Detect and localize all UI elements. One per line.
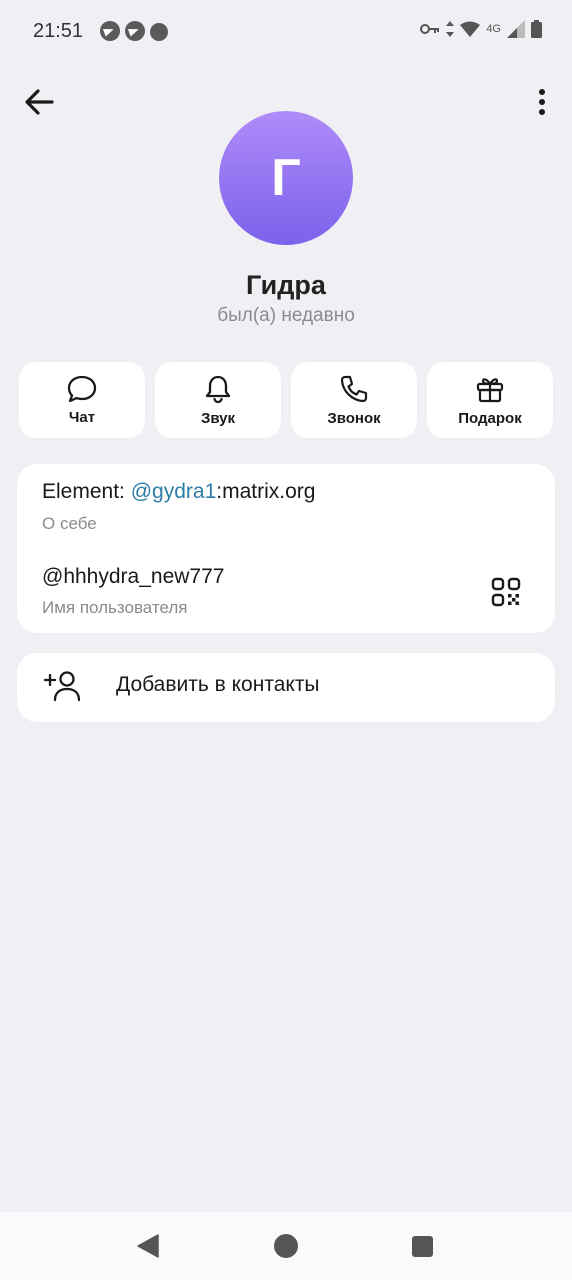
gift-button[interactable]: Подарок — [427, 362, 553, 438]
username-label: Имя пользователя — [42, 598, 188, 617]
avatar[interactable]: Г — [219, 111, 353, 245]
gift-icon — [476, 377, 504, 402]
battery-icon — [531, 20, 542, 38]
add-contact-button[interactable]: Добавить в контакты — [17, 653, 555, 722]
back-triangle-icon[interactable] — [136, 1234, 160, 1258]
notification-icons — [100, 21, 168, 41]
network-type: 4G — [486, 23, 501, 35]
gift-button-label: Подарок — [458, 409, 522, 427]
recents-square-icon[interactable] — [412, 1236, 433, 1257]
signal-icon — [507, 20, 525, 38]
bot-icon — [150, 23, 168, 41]
username-value[interactable]: @hhhydra_new777 — [42, 565, 224, 589]
bio-link[interactable]: @gydra1 — [131, 480, 217, 503]
chat-button-label: Чат — [68, 408, 96, 426]
telegram-icon — [100, 21, 120, 41]
bio-text[interactable]: Element: @gydra1:matrix.org — [42, 480, 315, 504]
profile-name: Гидра — [246, 270, 326, 300]
info-card: Element: @gydra1:matrix.org О себе @hhhy… — [17, 464, 555, 633]
sound-button-label: Звук — [200, 409, 236, 427]
data-arrows-icon — [446, 21, 455, 37]
call-button-label: Звонок — [327, 409, 381, 427]
bio-prefix: Element: — [42, 480, 131, 503]
last-seen-status: был(а) недавно — [217, 305, 355, 326]
wifi-icon — [460, 21, 481, 37]
telegram-icon — [125, 21, 145, 41]
more-vertical-icon[interactable] — [538, 88, 546, 116]
chat-button[interactable]: Чат — [19, 362, 145, 438]
avatar-letter: Г — [271, 149, 301, 207]
arrow-left-icon[interactable] — [24, 88, 54, 116]
status-bar: 21:51 4G — [0, 0, 572, 62]
add-user-icon — [44, 671, 80, 702]
system-nav-bar — [0, 1212, 572, 1280]
home-circle-icon[interactable] — [274, 1234, 298, 1258]
chat-bubble-icon — [67, 375, 97, 402]
bell-icon — [205, 375, 231, 403]
action-buttons: Чат Звук Звонок Подарок — [19, 362, 553, 438]
phone-icon — [340, 375, 368, 402]
bio-label: О себе — [42, 514, 97, 533]
system-icons: 4G — [420, 20, 542, 38]
call-button[interactable]: Звонок — [291, 362, 417, 438]
add-contact-label: Добавить в контакты — [116, 673, 320, 696]
status-time: 21:51 — [33, 20, 84, 42]
vpn-key-icon — [420, 24, 440, 34]
bio-suffix: :matrix.org — [216, 480, 316, 503]
qr-code-icon[interactable] — [491, 577, 521, 607]
sound-button[interactable]: Звук — [155, 362, 281, 438]
